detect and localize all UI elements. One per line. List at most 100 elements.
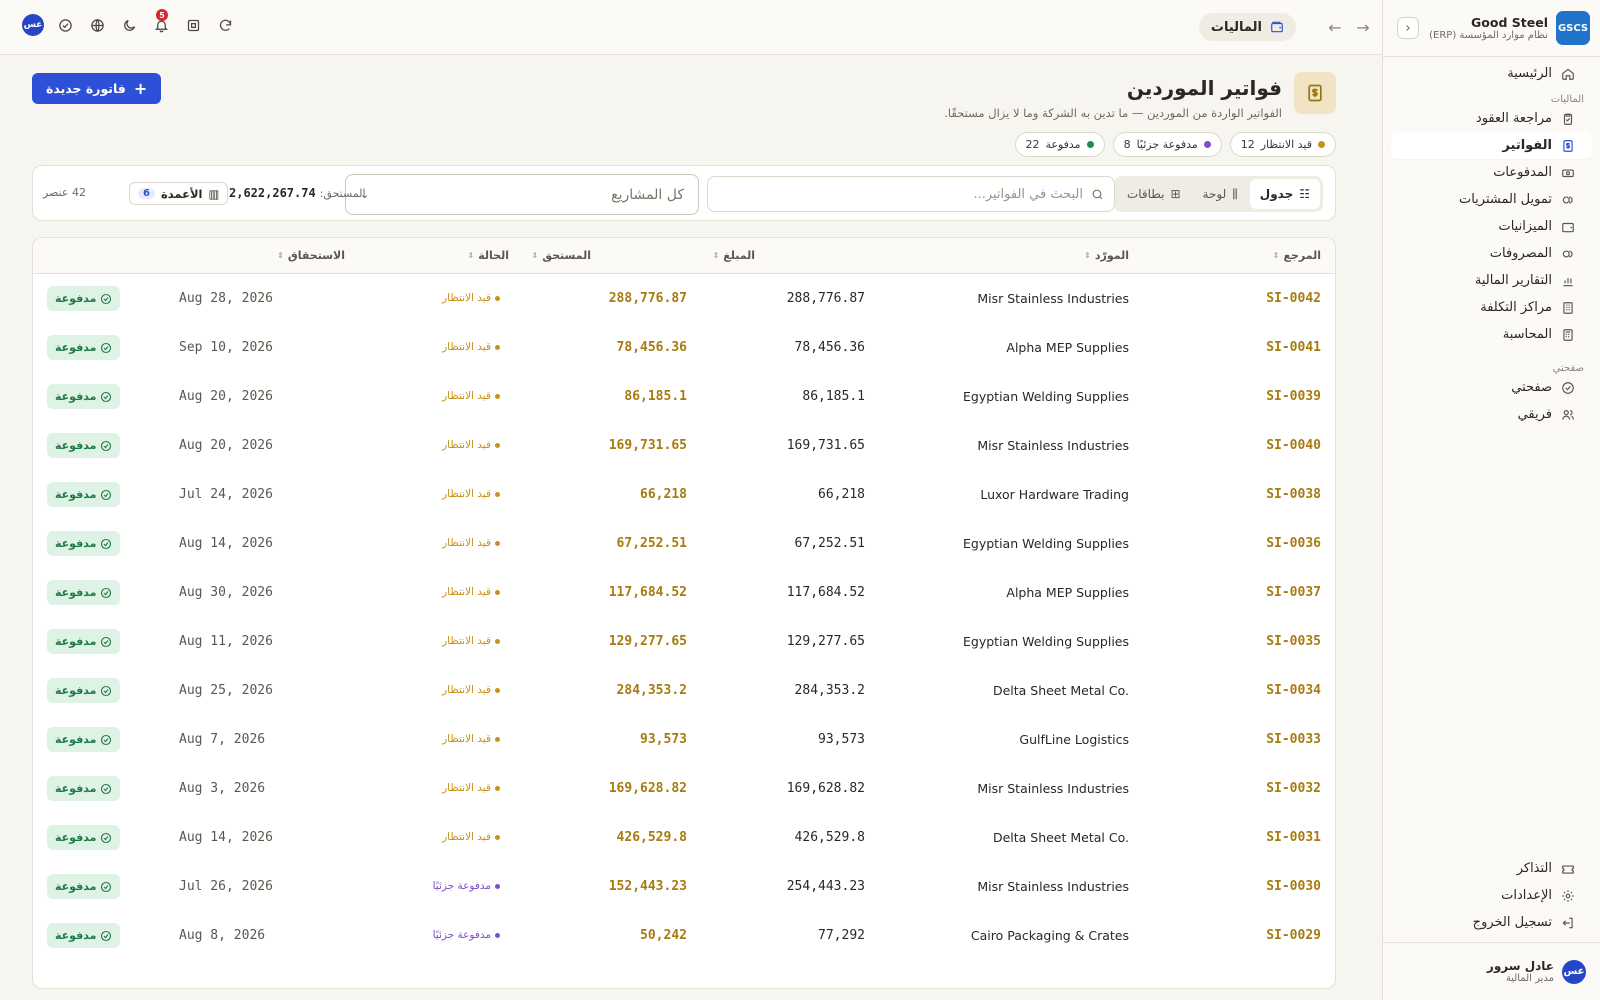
mark-paid-button[interactable]: مدفوعة — [47, 531, 121, 556]
table-row[interactable]: SI-0036 Egyptian Welding Supplies 67,252.5… — [33, 519, 1335, 568]
table-row[interactable]: SI-0031 Delta Sheet Metal Co. 426,529.8 426… — [33, 813, 1335, 862]
column-header-ref[interactable]: المرجع ⇕ — [1273, 249, 1321, 262]
table-row[interactable]: SI-0042 Misr Stainless Industries 288,776.… — [33, 274, 1335, 323]
status-badge: قيد الانتظار — [442, 292, 500, 304]
scan-icon[interactable] — [182, 14, 204, 36]
sidebar-item[interactable]: صفحتي — [1391, 374, 1592, 401]
sidebar-item[interactable]: الإعدادات — [1391, 882, 1592, 909]
globe-icon[interactable] — [86, 14, 108, 36]
column-header-status[interactable]: الحالة ⇕ — [468, 249, 509, 262]
sidebar-item[interactable]: الميزانيات — [1391, 213, 1592, 240]
logout-icon — [1560, 915, 1576, 931]
view-cards-button[interactable]: ⊞ بطاقات — [1117, 179, 1191, 209]
mark-paid-button[interactable]: مدفوعة — [47, 384, 121, 409]
view-table-button[interactable]: ☷ جدول — [1249, 179, 1320, 209]
invoice-ref-link[interactable]: SI-0039 — [1266, 389, 1321, 404]
sidebar-item[interactable]: مراجعة العقود — [1391, 105, 1592, 132]
brand-logo: GSCS — [1556, 11, 1590, 45]
new-invoice-button[interactable]: + فاتورة جديدة — [32, 73, 162, 104]
breadcrumb[interactable]: الماليات — [1198, 13, 1296, 41]
paid-label: مدفوعة — [55, 586, 97, 599]
sidebar-item[interactable]: المحاسبة — [1391, 321, 1592, 348]
table-row[interactable]: SI-0039 Egyptian Welding Supplies 86,185.1… — [33, 372, 1335, 421]
columns-button[interactable]: ▥ الأعمدة 6 — [129, 182, 229, 205]
table-row[interactable]: SI-0041 Alpha MEP Supplies 78,456.36 78,456… — [33, 323, 1335, 372]
invoice-ref-link[interactable]: SI-0033 — [1266, 732, 1321, 747]
refresh-icon[interactable] — [214, 14, 236, 36]
mark-paid-button[interactable]: مدفوعة — [47, 286, 121, 311]
invoice-ref-link[interactable]: SI-0029 — [1266, 928, 1321, 943]
sidebar-item[interactable]: مراكز التكلفة — [1391, 294, 1592, 321]
status-dot — [495, 687, 500, 693]
check-circle-icon[interactable] — [54, 14, 76, 36]
sidebar-item[interactable]: المصروفات — [1391, 240, 1592, 267]
search-input[interactable] — [718, 186, 1083, 202]
sidebar-item[interactable]: تسجيل الخروج — [1391, 909, 1592, 936]
invoice-ref-link[interactable]: SI-0038 — [1266, 487, 1321, 502]
mark-paid-button[interactable]: مدفوعة — [47, 629, 121, 654]
sidebar-item[interactable]: الفواتير — [1391, 132, 1592, 159]
invoice-ref-link[interactable]: SI-0035 — [1266, 634, 1321, 649]
invoice-ref-link[interactable]: SI-0040 — [1266, 438, 1321, 453]
column-header-vendor[interactable]: المورّد ⇕ — [1084, 249, 1129, 262]
moon-icon[interactable] — [118, 14, 140, 36]
table-row[interactable]: SI-0032 Misr Stainless Industries 169,628.… — [33, 764, 1335, 813]
mark-paid-button[interactable]: مدفوعة — [47, 776, 121, 801]
sidebar-collapse-button[interactable]: ‹ — [1397, 17, 1419, 39]
mark-paid-button[interactable]: مدفوعة — [47, 727, 121, 752]
sidebar-item[interactable]: التقارير المالية — [1391, 267, 1592, 294]
mark-paid-button[interactable]: مدفوعة — [47, 678, 121, 703]
user-profile[interactable]: عس عادل سرور مدير المالية — [1383, 942, 1600, 1000]
back-button[interactable]: ← — [1324, 16, 1346, 38]
sidebar-item[interactable]: فريقي — [1391, 401, 1592, 428]
check-circle-icon — [100, 391, 112, 403]
sidebar-item-home[interactable]: الرئيسية — [1391, 60, 1592, 87]
topbar: → ← الماليات عس 5 — [0, 0, 1382, 55]
avatar[interactable]: عس — [22, 14, 44, 36]
user-role: مدير المالية — [1505, 973, 1554, 984]
invoice-ref-link[interactable]: SI-0031 — [1266, 830, 1321, 845]
mark-paid-button[interactable]: مدفوعة — [47, 825, 121, 850]
column-header-due[interactable]: المستحق ⇕ — [531, 249, 591, 262]
table-row[interactable]: SI-0040 Misr Stainless Industries 169,731.… — [33, 421, 1335, 470]
mark-paid-button[interactable]: مدفوعة — [47, 482, 121, 507]
mark-paid-button[interactable]: مدفوعة — [47, 580, 121, 605]
project-select[interactable]: كل المشاريع ⌄ — [345, 174, 699, 215]
invoice-due-amount: 86,185.1 — [624, 389, 687, 404]
column-header-due-date[interactable]: الاستحقاق ⇕ — [277, 249, 345, 262]
mark-paid-button[interactable]: مدفوعة — [47, 874, 121, 899]
mark-paid-button[interactable]: مدفوعة — [47, 335, 121, 360]
status-filter-pill[interactable]: مدفوعة جزئيًا 8 — [1112, 132, 1222, 157]
table-row[interactable]: SI-0033 GulfLine Logistics 93,573 93,573 قيد… — [33, 715, 1335, 764]
invoice-ref-link[interactable]: SI-0032 — [1266, 781, 1321, 796]
column-header-amount[interactable]: المبلغ ⇕ — [713, 249, 755, 262]
home-icon — [1560, 66, 1576, 82]
due-date: Sep 10, 2026 — [179, 340, 273, 355]
sidebar-item[interactable]: التذاكر — [1391, 855, 1592, 882]
table-row[interactable]: SI-0038 Luxor Hardware Trading 66,218 66,21… — [33, 470, 1335, 519]
view-board-button[interactable]: ⫼ لوحة — [1193, 179, 1248, 209]
invoice-ref-link[interactable]: SI-0041 — [1266, 340, 1321, 355]
users-icon — [1560, 407, 1576, 423]
forward-button[interactable]: → — [1352, 16, 1374, 38]
status-filter-pill[interactable]: قيد الانتظار 12 — [1229, 132, 1336, 157]
table-row[interactable]: SI-0034 Delta Sheet Metal Co. 284,353.2 284… — [33, 666, 1335, 715]
invoice-amount: 169,731.65 — [786, 438, 865, 453]
mark-paid-button[interactable]: مدفوعة — [47, 433, 121, 458]
status-filter-pill[interactable]: مدفوعة 22 — [1014, 132, 1105, 157]
sidebar-item[interactable]: تمويل المشتريات — [1391, 186, 1592, 213]
status-label: قيد الانتظار — [442, 635, 491, 647]
column-header-label: المبلغ — [723, 249, 755, 262]
invoice-ref-link[interactable]: SI-0036 — [1266, 536, 1321, 551]
mark-paid-button[interactable]: مدفوعة — [47, 923, 121, 948]
table-row[interactable]: SI-0035 Egyptian Welding Supplies 129,277.… — [33, 617, 1335, 666]
table-row[interactable]: SI-0037 Alpha MEP Supplies 117,684.52 117,6… — [33, 568, 1335, 617]
invoice-ref-link[interactable]: SI-0037 — [1266, 585, 1321, 600]
invoice-ref-link[interactable]: SI-0034 — [1266, 683, 1321, 698]
table-row[interactable]: SI-0029 Cairo Packaging & Crates 77,292 50,… — [33, 911, 1335, 960]
invoice-ref-link[interactable]: SI-0030 — [1266, 879, 1321, 894]
invoice-ref-link[interactable]: SI-0042 — [1266, 291, 1321, 306]
table-row[interactable]: SI-0030 Misr Stainless Industries 254,443.… — [33, 862, 1335, 911]
bell-icon[interactable]: 5 — [150, 9, 172, 36]
sidebar-item[interactable]: المدفوعات — [1391, 159, 1592, 186]
